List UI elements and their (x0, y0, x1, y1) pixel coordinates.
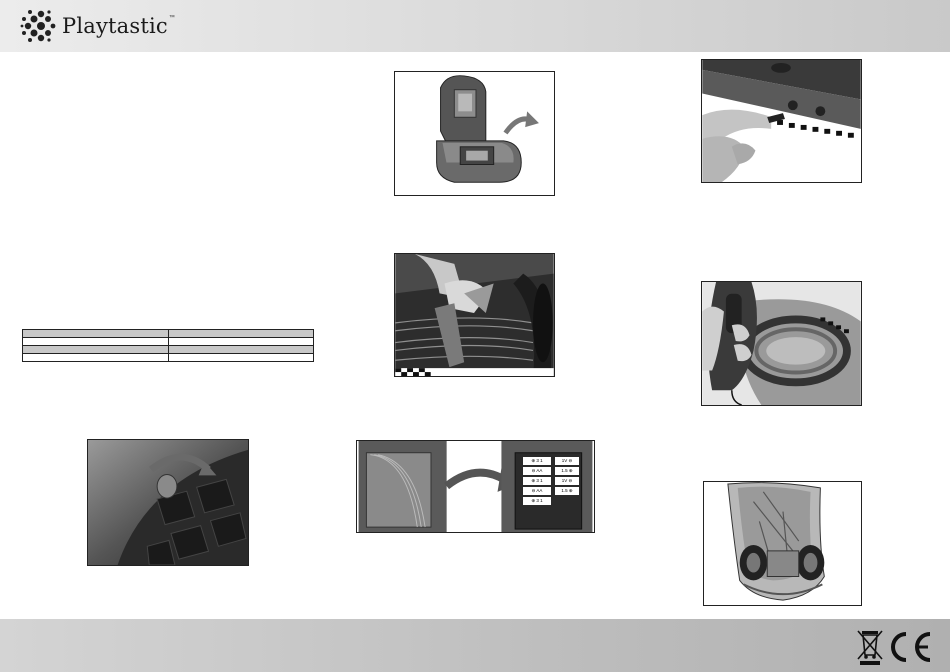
page-footer (0, 619, 950, 672)
table-row (22, 353, 314, 362)
certification-marks (856, 627, 938, 667)
battery-label: ⊖ AA (523, 487, 551, 495)
table-cell (22, 329, 169, 338)
table-row (22, 345, 314, 354)
weee-bin-icon (857, 630, 883, 665)
table-cell (167, 337, 314, 346)
battery-case-photo (394, 71, 555, 196)
battery-label: ⊖ AA (523, 467, 551, 475)
table-row (22, 337, 314, 346)
battery-label: 1.5 ⊕ (555, 487, 579, 495)
battery-swap-diagram: ⊕ 3 1 1V ⊖ ⊖ AA 1.5 ⊕ ⊕ 3 1 1V ⊖ ⊖ AA 1.… (356, 440, 595, 533)
battery-label: ⊕ 3 1 (523, 457, 551, 465)
table-cell (22, 345, 169, 354)
table-cell (167, 345, 314, 354)
battery-label: ⊕ 3 1 (523, 497, 551, 505)
ce-mark-icon (891, 632, 931, 662)
table-row (22, 329, 314, 338)
connector-photo (394, 253, 555, 377)
track-plug-photo (701, 59, 862, 183)
brand-logo: Playtastic ™ (20, 8, 175, 44)
battery-label: 1V ⊖ (555, 457, 579, 465)
table-cell (167, 353, 314, 362)
controller-photo (701, 281, 862, 406)
battery-label: 1V ⊖ (555, 477, 579, 485)
brand-name: Playtastic (62, 14, 168, 38)
battery-label-grid: ⊕ 3 1 1V ⊖ ⊖ AA 1.5 ⊕ ⊕ 3 1 1V ⊖ ⊖ AA 1.… (523, 457, 581, 505)
battery-label: 1.5 ⊕ (555, 467, 579, 475)
car-underside-photo (703, 481, 862, 606)
tire-photo (87, 439, 249, 566)
table-cell (22, 353, 169, 362)
table-cell (167, 329, 314, 338)
spec-table (22, 329, 314, 362)
trademark-symbol: ™ (168, 15, 175, 21)
logo-dots-icon (20, 10, 56, 42)
battery-label: ⊕ 3 1 (523, 477, 551, 485)
table-cell (22, 337, 169, 346)
page-header: Playtastic ™ (0, 0, 950, 52)
